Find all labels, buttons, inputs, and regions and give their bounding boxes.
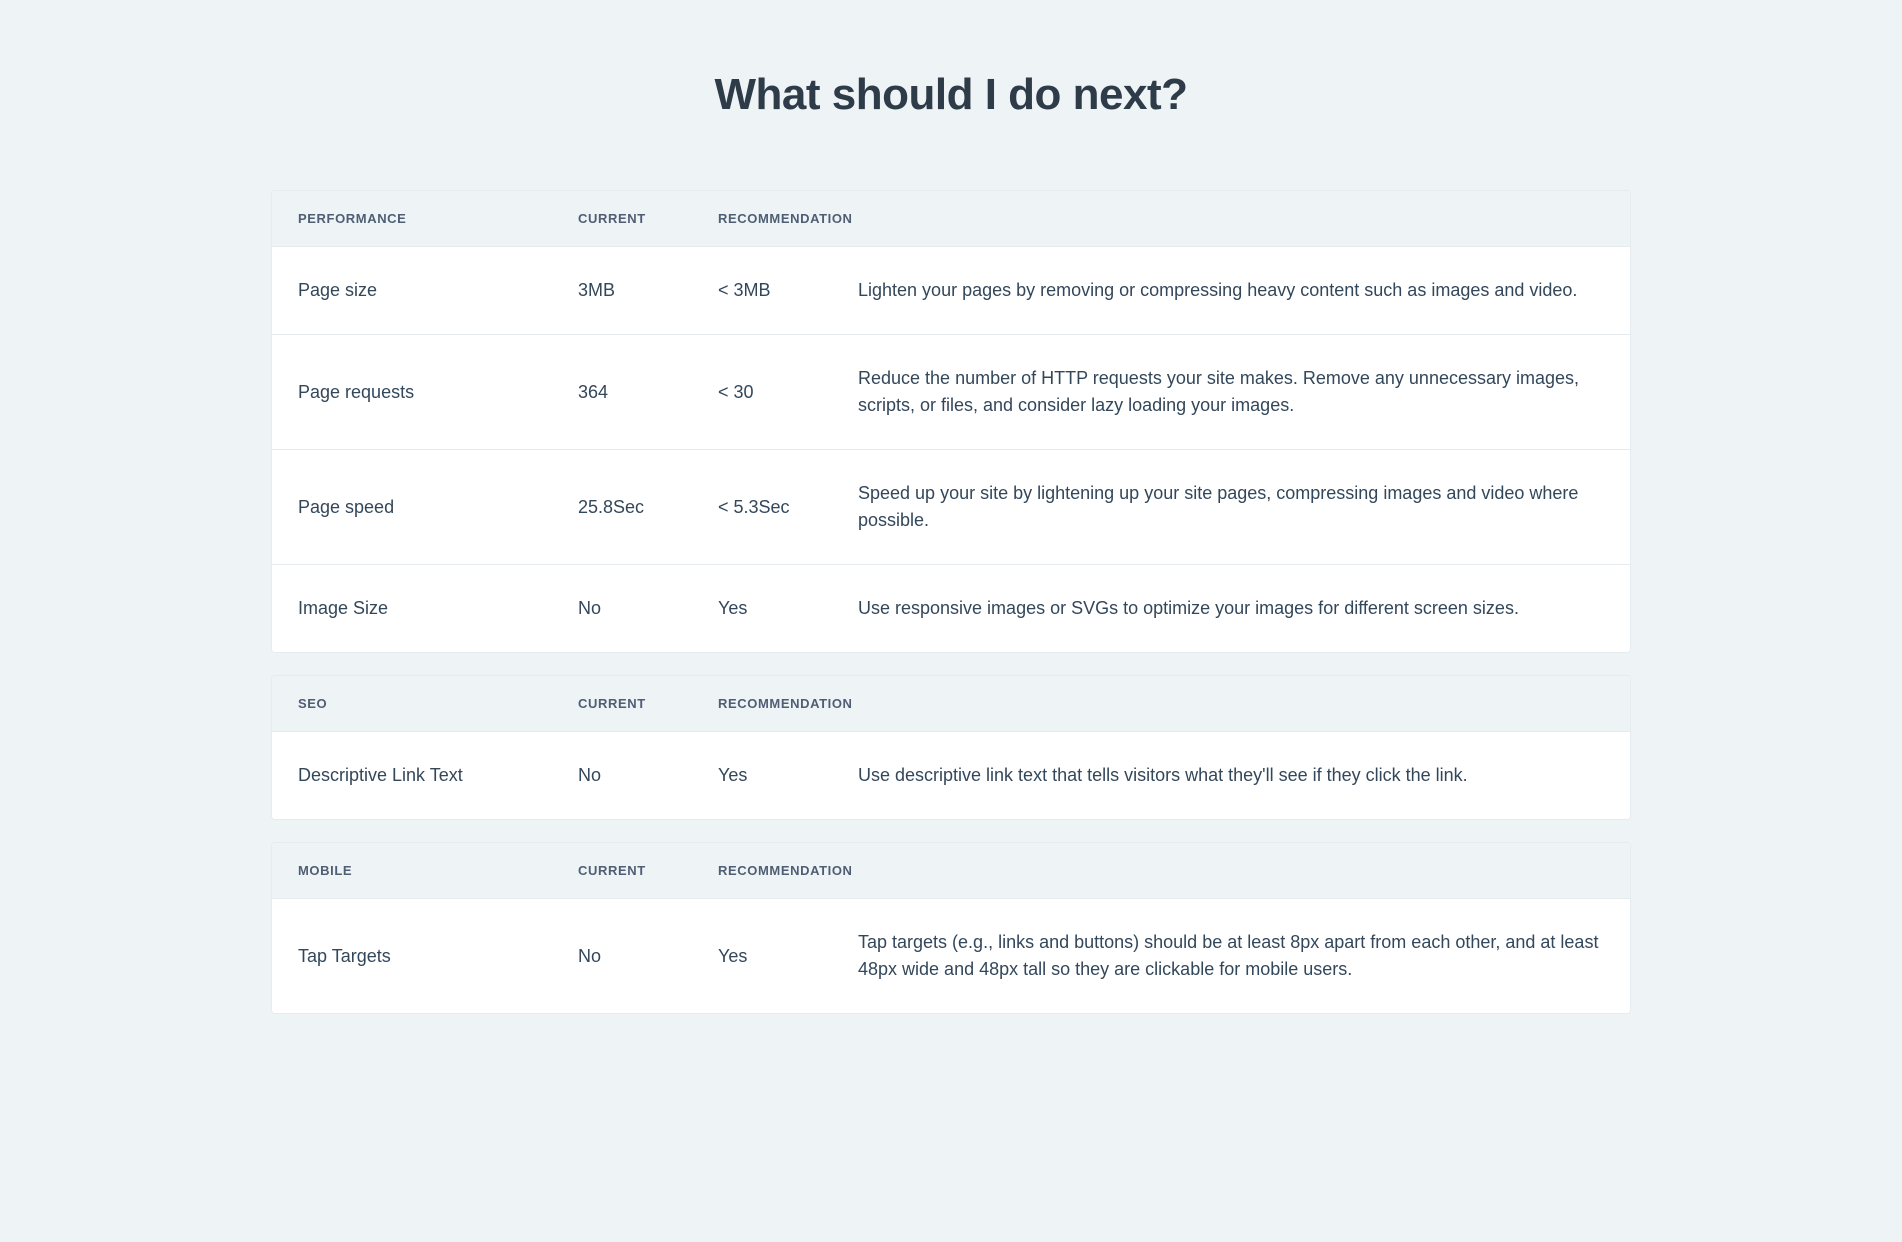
metric-name: Page size: [298, 280, 578, 301]
column-header-current: CURRENT: [578, 211, 718, 226]
page-title: What should I do next?: [271, 70, 1631, 120]
metric-description: Use descriptive link text that tells vis…: [858, 762, 1604, 789]
metric-recommendation: < 30: [718, 382, 858, 403]
metric-name: Image Size: [298, 598, 578, 619]
metric-current: 3MB: [578, 280, 718, 301]
metric-name: Page speed: [298, 497, 578, 518]
section-header: SEOCURRENTRECOMMENDATION: [272, 676, 1630, 732]
section-seo: SEOCURRENTRECOMMENDATIONDescriptive Link…: [271, 675, 1631, 820]
category-label: MOBILE: [298, 863, 578, 878]
column-header-current: CURRENT: [578, 696, 718, 711]
category-label: SEO: [298, 696, 578, 711]
column-header-recommendation: RECOMMENDATION: [718, 211, 858, 226]
column-header-recommendation: RECOMMENDATION: [718, 696, 858, 711]
column-header-recommendation: RECOMMENDATION: [718, 863, 858, 878]
metric-description: Speed up your site by lightening up your…: [858, 480, 1604, 534]
metric-name: Descriptive Link Text: [298, 765, 578, 786]
metric-name: Tap Targets: [298, 946, 578, 967]
section-mobile: MOBILECURRENTRECOMMENDATIONTap TargetsNo…: [271, 842, 1631, 1014]
recommendations-panel: What should I do next? PERFORMANCECURREN…: [271, 70, 1631, 1014]
table-row: Page size3MB< 3MBLighten your pages by r…: [272, 247, 1630, 335]
table-row: Tap TargetsNoYesTap targets (e.g., links…: [272, 899, 1630, 1013]
metric-current: No: [578, 765, 718, 786]
metric-description: Lighten your pages by removing or compre…: [858, 277, 1604, 304]
metric-description: Use responsive images or SVGs to optimiz…: [858, 595, 1604, 622]
column-header-current: CURRENT: [578, 863, 718, 878]
metric-description: Tap targets (e.g., links and buttons) sh…: [858, 929, 1604, 983]
metric-recommendation: Yes: [718, 946, 858, 967]
table-row: Page requests364< 30Reduce the number of…: [272, 335, 1630, 450]
metric-current: 25.8Sec: [578, 497, 718, 518]
metric-current: No: [578, 946, 718, 967]
category-label: PERFORMANCE: [298, 211, 578, 226]
metric-description: Reduce the number of HTTP requests your …: [858, 365, 1604, 419]
section-header: PERFORMANCECURRENTRECOMMENDATION: [272, 191, 1630, 247]
section-header: MOBILECURRENTRECOMMENDATION: [272, 843, 1630, 899]
metric-recommendation: < 3MB: [718, 280, 858, 301]
table-row: Descriptive Link TextNoYesUse descriptiv…: [272, 732, 1630, 819]
metric-recommendation: < 5.3Sec: [718, 497, 858, 518]
section-performance: PERFORMANCECURRENTRECOMMENDATIONPage siz…: [271, 190, 1631, 653]
metric-name: Page requests: [298, 382, 578, 403]
table-row: Page speed25.8Sec< 5.3SecSpeed up your s…: [272, 450, 1630, 565]
metric-current: 364: [578, 382, 718, 403]
table-row: Image SizeNoYesUse responsive images or …: [272, 565, 1630, 652]
metric-recommendation: Yes: [718, 765, 858, 786]
metric-recommendation: Yes: [718, 598, 858, 619]
metric-current: No: [578, 598, 718, 619]
